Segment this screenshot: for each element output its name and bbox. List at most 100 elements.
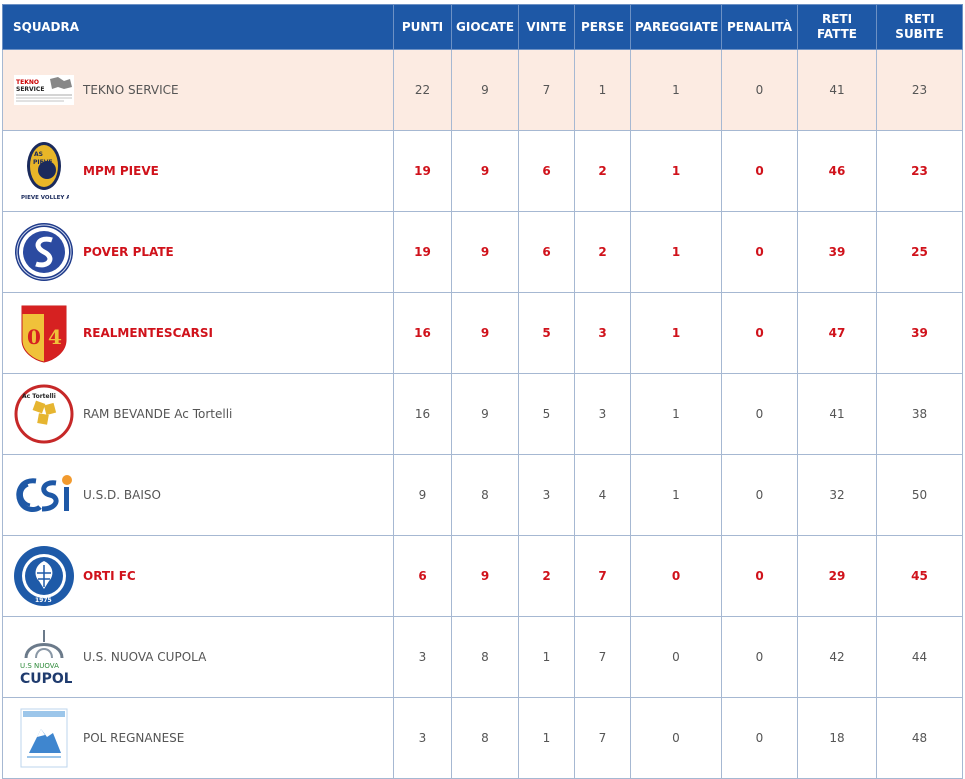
header-reti-subite[interactable]: RETI SUBITE xyxy=(876,4,963,50)
team-name[interactable]: U.S.D. BAISO xyxy=(83,488,161,502)
pareggiate-cell: 1 xyxy=(630,211,722,293)
team-cell: Ac Tortelli RAM BEVANDE Ac Tortelli xyxy=(2,373,394,455)
team-cell: 1975 ORTI FC xyxy=(2,535,394,617)
vinte-cell: 2 xyxy=(518,535,575,617)
reti-subite-cell: 48 xyxy=(876,697,963,779)
perse-cell: 3 xyxy=(574,292,631,374)
svg-text:CUPOLA: CUPOLA xyxy=(20,671,72,687)
table-row: 1975 ORTI FC 6 9 2 7 0 0 29 45 xyxy=(2,535,963,617)
perse-cell: 7 xyxy=(574,616,631,698)
reti-subite-cell: 38 xyxy=(876,373,963,455)
vinte-cell: 7 xyxy=(518,49,575,131)
header-squadra[interactable]: SQUADRA xyxy=(2,4,394,50)
table-row: TEKNO SERVICE TEKNO SERVICE 22 9 7 1 1 0 xyxy=(2,49,963,131)
giocate-cell: 9 xyxy=(451,292,519,374)
punti-cell: 16 xyxy=(393,292,452,374)
team-cell: 0 4 REALMENTESCARSI xyxy=(2,292,394,374)
giocate-cell: 8 xyxy=(451,454,519,536)
table-row: Ac Tortelli RAM BEVANDE Ac Tortelli 16 9… xyxy=(2,373,963,455)
header-pareggiate[interactable]: PAREGGIATE xyxy=(630,4,722,50)
header-penalita[interactable]: PENALITÀ xyxy=(721,4,798,50)
pareggiate-cell: 1 xyxy=(630,49,722,131)
giocate-cell: 9 xyxy=(451,535,519,617)
orti-logo-year: 1975 xyxy=(35,597,52,604)
reti-fatte-cell: 29 xyxy=(797,535,877,617)
vinte-cell: 6 xyxy=(518,211,575,293)
team-name[interactable]: TEKNO SERVICE xyxy=(83,83,179,97)
team-name[interactable]: U.S. NUOVA CUPOLA xyxy=(83,650,206,664)
reti-subite-cell: 39 xyxy=(876,292,963,374)
punti-cell: 6 xyxy=(393,535,452,617)
svg-text:PIEVE VOLLEY A.S.D.: PIEVE VOLLEY A.S.D. xyxy=(21,195,69,201)
penalita-cell: 0 xyxy=(721,697,798,779)
punti-cell: 3 xyxy=(393,697,452,779)
svg-text:Ac Tortelli: Ac Tortelli xyxy=(22,393,56,400)
pareggiate-cell: 1 xyxy=(630,454,722,536)
header-punti[interactable]: PUNTI xyxy=(393,4,452,50)
table-row: U.S.D. BAISO 9 8 3 4 1 0 32 50 xyxy=(2,454,963,536)
perse-cell: 7 xyxy=(574,697,631,779)
team-name[interactable]: POL REGNANESE xyxy=(83,731,184,745)
perse-cell: 1 xyxy=(574,49,631,131)
orti-fc-logo-icon: 1975 xyxy=(13,545,75,607)
table-row: AS PIEVE PIEVE VOLLEY A.S.D. MPM PIEVE 1… xyxy=(2,130,963,212)
team-name[interactable]: REALMENTESCARSI xyxy=(83,326,213,340)
penalita-cell: 0 xyxy=(721,211,798,293)
team-name[interactable]: POVER PLATE xyxy=(83,245,174,259)
header-giocate[interactable]: GIOCATE xyxy=(451,4,519,50)
giocate-cell: 8 xyxy=(451,697,519,779)
vinte-cell: 6 xyxy=(518,130,575,212)
giocate-cell: 8 xyxy=(451,616,519,698)
svg-text:U.S NUOVA: U.S NUOVA xyxy=(20,662,59,670)
reti-fatte-cell: 42 xyxy=(797,616,877,698)
punti-cell: 19 xyxy=(393,130,452,212)
reti-fatte-cell: 41 xyxy=(797,373,877,455)
header-reti-subite-line2: SUBITE xyxy=(895,27,944,41)
reti-fatte-cell: 47 xyxy=(797,292,877,374)
pareggiate-cell: 0 xyxy=(630,535,722,617)
header-reti-subite-line1: RETI xyxy=(904,12,935,26)
giocate-cell: 9 xyxy=(451,211,519,293)
vinte-cell: 1 xyxy=(518,697,575,779)
reti-fatte-cell: 41 xyxy=(797,49,877,131)
penalita-cell: 0 xyxy=(721,616,798,698)
pareggiate-cell: 1 xyxy=(630,373,722,455)
punti-cell: 16 xyxy=(393,373,452,455)
header-reti-fatte[interactable]: RETI FATTE xyxy=(797,4,877,50)
team-name[interactable]: RAM BEVANDE Ac Tortelli xyxy=(83,407,232,421)
header-reti-fatte-line2: FATTE xyxy=(816,27,858,41)
header-row: SQUADRA PUNTI GIOCATE VINTE PERSE PAREGG… xyxy=(2,4,963,50)
reti-fatte-cell: 46 xyxy=(797,130,877,212)
team-cell: U.S NUOVA CUPOLA U.S. NUOVA CUPOLA xyxy=(2,616,394,698)
team-name[interactable]: ORTI FC xyxy=(83,569,136,583)
team-cell: POVER PLATE xyxy=(2,211,394,293)
punti-cell: 19 xyxy=(393,211,452,293)
reti-subite-cell: 50 xyxy=(876,454,963,536)
header-reti-fatte-line1: RETI xyxy=(821,12,853,26)
penalita-cell: 0 xyxy=(721,454,798,536)
punti-cell: 22 xyxy=(393,49,452,131)
reti-subite-cell: 23 xyxy=(876,130,963,212)
tekno-service-logo-icon: TEKNO SERVICE xyxy=(13,59,75,121)
header-vinte[interactable]: VINTE xyxy=(518,4,575,50)
giocate-cell: 9 xyxy=(451,130,519,212)
header-perse[interactable]: PERSE xyxy=(574,4,631,50)
reti-subite-cell: 25 xyxy=(876,211,963,293)
table-row: POL REGNANESE 3 8 1 7 0 0 18 48 xyxy=(2,697,963,779)
penalita-cell: 0 xyxy=(721,292,798,374)
vinte-cell: 1 xyxy=(518,616,575,698)
punti-cell: 9 xyxy=(393,454,452,536)
reti-fatte-cell: 18 xyxy=(797,697,877,779)
svg-text:4: 4 xyxy=(48,325,62,349)
pol-regnanese-logo-icon xyxy=(13,707,75,769)
reti-subite-cell: 23 xyxy=(876,49,963,131)
penalita-cell: 0 xyxy=(721,49,798,131)
perse-cell: 7 xyxy=(574,535,631,617)
standings-table: SQUADRA PUNTI GIOCATE VINTE PERSE PAREGG… xyxy=(2,4,963,779)
reti-subite-cell: 44 xyxy=(876,616,963,698)
penalita-cell: 0 xyxy=(721,130,798,212)
svg-text:TEKNO: TEKNO xyxy=(16,79,39,86)
team-name[interactable]: MPM PIEVE xyxy=(83,164,159,178)
vinte-cell: 5 xyxy=(518,292,575,374)
pareggiate-cell: 1 xyxy=(630,292,722,374)
